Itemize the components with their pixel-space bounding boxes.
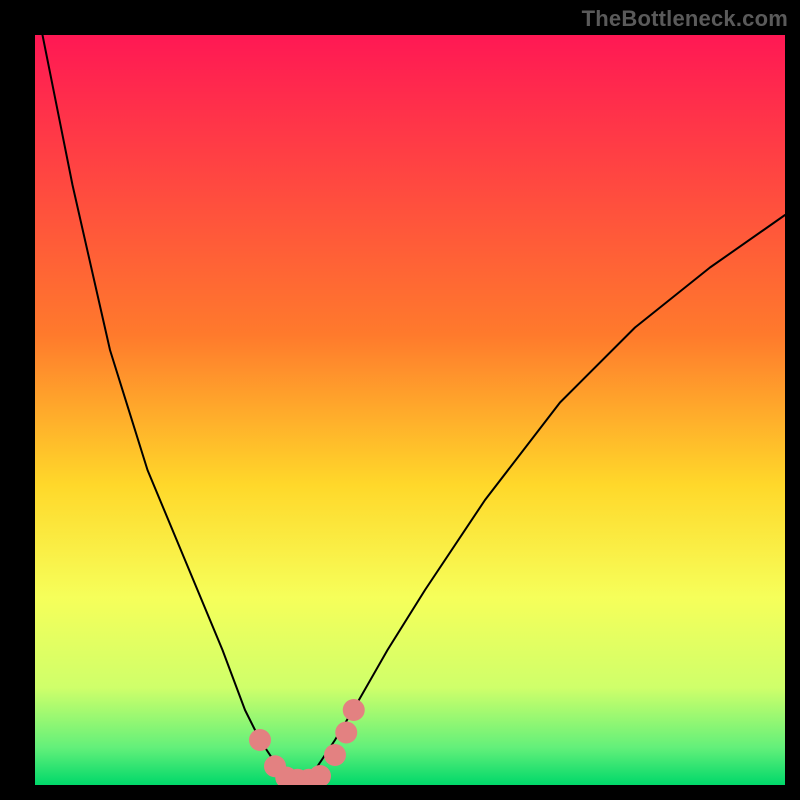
highlight-marker	[335, 722, 357, 744]
highlight-marker	[249, 729, 271, 751]
highlight-marker	[343, 699, 365, 721]
chart-background	[35, 35, 785, 785]
chart-svg	[35, 35, 785, 785]
watermark-text: TheBottleneck.com	[582, 6, 788, 32]
bottleneck-chart	[35, 35, 785, 785]
highlight-marker	[324, 744, 346, 766]
